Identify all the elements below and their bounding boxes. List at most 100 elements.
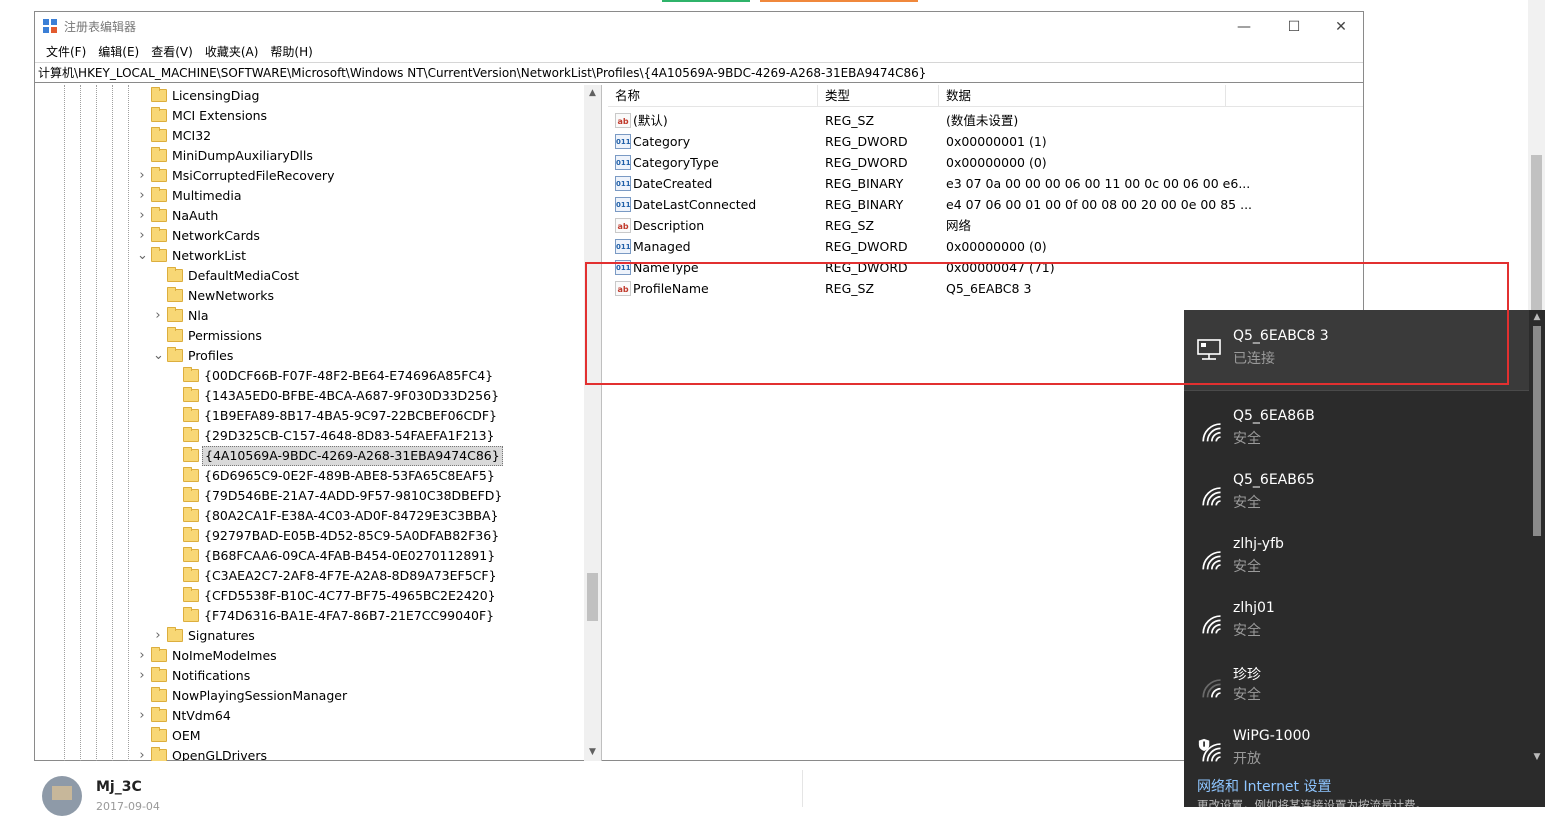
tree-item[interactable]: › OpenGLDrivers [35, 746, 583, 761]
tree-item[interactable]: {B68FCAA6-09CA-4FAB-B454-0E0270112891} [35, 546, 583, 566]
minimize-icon[interactable]: — [1233, 17, 1255, 37]
tree-item[interactable]: {F74D6316-BA1E-4FA7-86B7-21E7CC99040F} [35, 606, 583, 626]
chevron-right-icon[interactable]: › [137, 666, 147, 686]
tree-item[interactable]: › MsiCorruptedFileRecovery [35, 166, 583, 186]
chevron-right-icon[interactable]: › [137, 206, 147, 226]
wifi-network-item[interactable]: Q5_6EA86B 安全 [1184, 400, 1529, 464]
column-data[interactable]: 数据 [939, 85, 1226, 107]
value-row[interactable]: ab Description REG_SZ 网络 [608, 215, 1363, 236]
tree-item[interactable]: › Notifications [35, 666, 583, 686]
value-row[interactable]: 011 Category REG_DWORD 0x00000001 (1) [608, 131, 1363, 152]
folder-icon [183, 547, 199, 562]
tree-item[interactable]: MCI Extensions [35, 106, 583, 126]
tree-item[interactable]: › NetworkCards [35, 226, 583, 246]
maximize-icon[interactable]: ☐ [1283, 17, 1305, 37]
tree-item[interactable]: DefaultMediaCost [35, 266, 583, 286]
menu-edit[interactable]: 编辑(E) [92, 43, 145, 60]
address-bar[interactable]: 计算机\HKEY_LOCAL_MACHINE\SOFTWARE\Microsof… [35, 62, 1363, 83]
folder-icon [151, 227, 167, 242]
value-row[interactable]: 011 Managed REG_DWORD 0x00000000 (0) [608, 236, 1363, 257]
close-icon[interactable]: ✕ [1330, 17, 1352, 37]
tree-item[interactable]: › Nla [35, 306, 583, 326]
tree-item[interactable]: {6D6965C9-0E2F-489B-ABE8-53FA65C8EAF5} [35, 466, 583, 486]
menu-file[interactable]: 文件(F) [40, 43, 92, 60]
tree-item[interactable]: › NaAuth [35, 206, 583, 226]
tree-item-label: {F74D6316-BA1E-4FA7-86B7-21E7CC99040F} [204, 608, 495, 623]
wifi-network-item[interactable]: 珍珍 安全 [1184, 656, 1529, 720]
chevron-right-icon[interactable]: › [153, 306, 163, 326]
chevron-right-icon[interactable]: › [153, 626, 163, 646]
folder-icon [167, 327, 183, 342]
chevron-right-icon[interactable]: › [137, 186, 147, 206]
tree-item[interactable]: {00DCF66B-F07F-48F2-BE64-E74696A85FC4} [35, 366, 583, 386]
network-settings-link[interactable]: 网络和 Internet 设置 [1197, 776, 1332, 796]
tree-item[interactable]: {80A2CA1F-E38A-4C03-AD0F-84729E3C3BBA} [35, 506, 583, 526]
tree-item[interactable]: {CFD5538F-B10C-4C77-BF75-4965BC2E2420} [35, 586, 583, 606]
tree-item[interactable]: NowPlayingSessionManager [35, 686, 583, 706]
wifi-network-item[interactable]: zlhj01 安全 [1184, 592, 1529, 656]
page-scrollbar-thumb[interactable] [1531, 155, 1542, 315]
value-name: CategoryType [633, 155, 719, 170]
wifi-network-item[interactable]: WiPG-1000 开放 [1184, 720, 1529, 784]
chevron-right-icon[interactable]: › [137, 646, 147, 666]
tree-item[interactable]: ⌄ NetworkList [35, 246, 583, 266]
tree-scrollbar-thumb[interactable] [587, 573, 598, 621]
flyout-scroll-up-icon[interactable]: ▲ [1531, 312, 1543, 324]
column-type[interactable]: 类型 [818, 85, 939, 107]
value-row[interactable]: 011 DateLastConnected REG_BINARY e4 07 06 0… [608, 194, 1363, 215]
tree-item[interactable]: Permissions [35, 326, 583, 346]
flyout-scrollbar-thumb[interactable] [1533, 326, 1541, 536]
flyout-scroll-down-icon[interactable]: ▼ [1531, 752, 1543, 764]
menu-view[interactable]: 查看(V) [145, 43, 199, 60]
chevron-right-icon[interactable]: › [137, 706, 147, 726]
tree-item[interactable]: {4A10569A-9BDC-4269-A268-31EBA9474C86} [35, 446, 583, 466]
tree-item[interactable]: {143A5ED0-BFBE-4BCA-A687-9F030D33D256} [35, 386, 583, 406]
tree-item[interactable]: › NoImeModeImes [35, 646, 583, 666]
tree-scroll-up-icon[interactable]: ▲ [584, 85, 601, 102]
folder-icon [183, 387, 199, 402]
background-orange-button [760, 0, 918, 2]
menu-favorites[interactable]: 收藏夹(A) [199, 43, 265, 60]
tree-item-label: DefaultMediaCost [188, 268, 300, 283]
value-row[interactable]: 011 DateCreated REG_BINARY e3 07 0a 00 00 0… [608, 173, 1363, 194]
menu-help[interactable]: 帮助(H) [264, 43, 318, 60]
tree-item[interactable]: LicensingDiag [35, 86, 583, 106]
regedit-window: 注册表编辑器 — ☐ ✕ 文件(F) 编辑(E) 查看(V) 收藏夹(A) 帮助… [34, 11, 1364, 761]
tree-item[interactable]: NewNetworks [35, 286, 583, 306]
tree-item[interactable]: {79D546BE-21A7-4ADD-9F57-9810C38DBEFD} [35, 486, 583, 506]
tree-item[interactable]: {92797BAD-E05B-4D52-85C9-5A0DFAB82F36} [35, 526, 583, 546]
tree-item-label: {1B9EFA89-8B17-4BA5-9C97-22BCBEF06CDF} [204, 408, 497, 423]
chevron-right-icon[interactable]: › [137, 226, 147, 246]
chevron-down-icon[interactable]: ⌄ [137, 246, 148, 266]
tree-item[interactable]: {29D325CB-C157-4648-8D83-54FAEFA1F213} [35, 426, 583, 446]
wifi-network-item[interactable]: zlhj-yfb 安全 [1184, 528, 1529, 592]
background-username: Mj_3C [96, 779, 142, 795]
chevron-right-icon[interactable]: › [137, 746, 147, 761]
folder-icon [151, 707, 167, 722]
tree-item[interactable]: OEM [35, 726, 583, 746]
tree-item[interactable]: ⌄ Profiles [35, 346, 583, 366]
tree-item[interactable]: MiniDumpAuxiliaryDlls [35, 146, 583, 166]
tree-item-label: NetworkList [172, 248, 247, 263]
background-divider [802, 770, 803, 807]
wifi-network-status: 安全 [1233, 495, 1261, 511]
tree-item[interactable]: › Signatures [35, 626, 583, 646]
value-row[interactable]: ab (默认) REG_SZ (数值未设置) [608, 110, 1363, 131]
tree-item[interactable]: {1B9EFA89-8B17-4BA5-9C97-22BCBEF06CDF} [35, 406, 583, 426]
tree-item[interactable]: MCI32 [35, 126, 583, 146]
string-value-icon: ab [615, 113, 631, 128]
tree-item-label: OEM [172, 728, 201, 743]
tree-item[interactable]: {C3AEA2C7-2AF8-4F7E-A2A8-8D89A73EF5CF} [35, 566, 583, 586]
tree-scroll-down-icon[interactable]: ▼ [584, 744, 601, 761]
tree-item[interactable]: › Multimedia [35, 186, 583, 206]
column-name[interactable]: 名称 [608, 85, 818, 107]
tree-item-label: Multimedia [172, 188, 242, 203]
wifi-network-item[interactable]: Q5_6EAB65 安全 [1184, 464, 1529, 528]
value-row[interactable]: 011 CategoryType REG_DWORD 0x00000000 (0) [608, 152, 1363, 173]
binary-value-icon: 011 [615, 155, 631, 170]
tree-item-label: {CFD5538F-B10C-4C77-BF75-4965BC2E2420} [204, 588, 496, 603]
tree-item[interactable]: › NtVdm64 [35, 706, 583, 726]
chevron-right-icon[interactable]: › [137, 166, 147, 186]
tree-scrollbar[interactable] [584, 85, 601, 761]
chevron-down-icon[interactable]: ⌄ [153, 346, 164, 366]
